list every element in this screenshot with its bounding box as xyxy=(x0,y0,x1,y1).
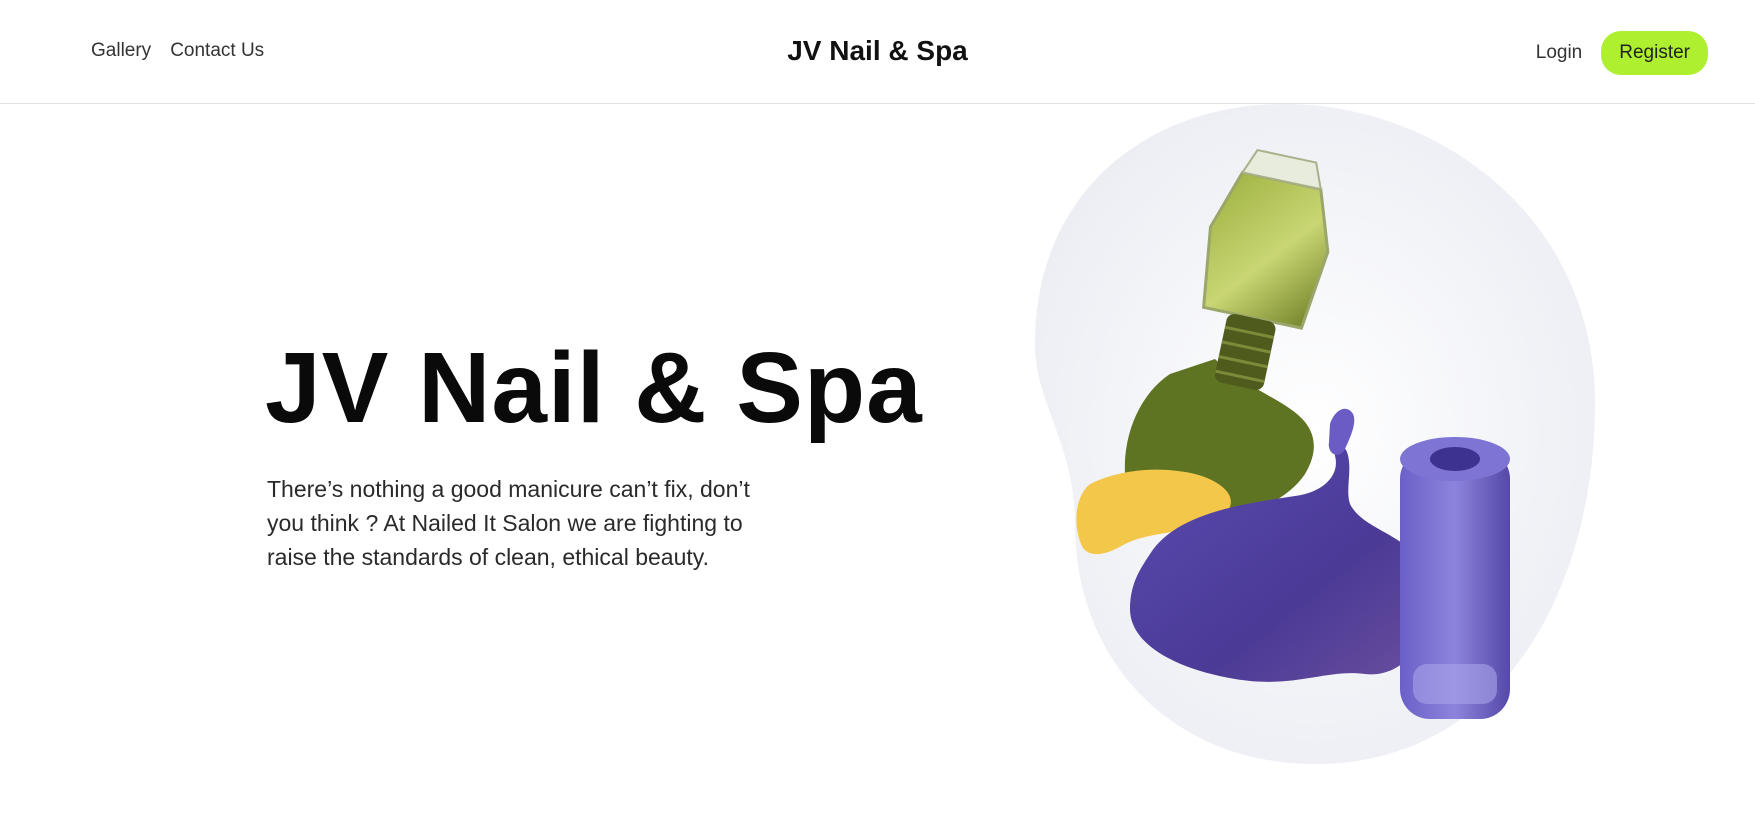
purple-polish-bottle xyxy=(1400,437,1510,719)
page: Gallery Contact Us JV Nail & Spa Login R… xyxy=(0,0,1755,815)
nav-link-gallery[interactable]: Gallery xyxy=(91,40,151,62)
brand-logo-text[interactable]: JV Nail & Spa xyxy=(787,35,968,66)
nail-polish-bottles-icon xyxy=(1035,104,1595,764)
hero-description: There’s nothing a good manicure can’t fi… xyxy=(267,476,750,570)
register-button[interactable]: Register xyxy=(1601,31,1708,75)
account-nav: Login Register xyxy=(1536,31,1708,75)
login-link[interactable]: Login xyxy=(1536,42,1583,64)
nav-link-contact-us[interactable]: Contact Us xyxy=(170,40,264,62)
hero-title: JV Nail & Spa xyxy=(265,332,923,444)
nail-polish-illustration xyxy=(1035,104,1595,764)
site-header: Gallery Contact Us JV Nail & Spa Login R… xyxy=(0,0,1755,104)
primary-nav: Gallery Contact Us xyxy=(91,40,264,62)
